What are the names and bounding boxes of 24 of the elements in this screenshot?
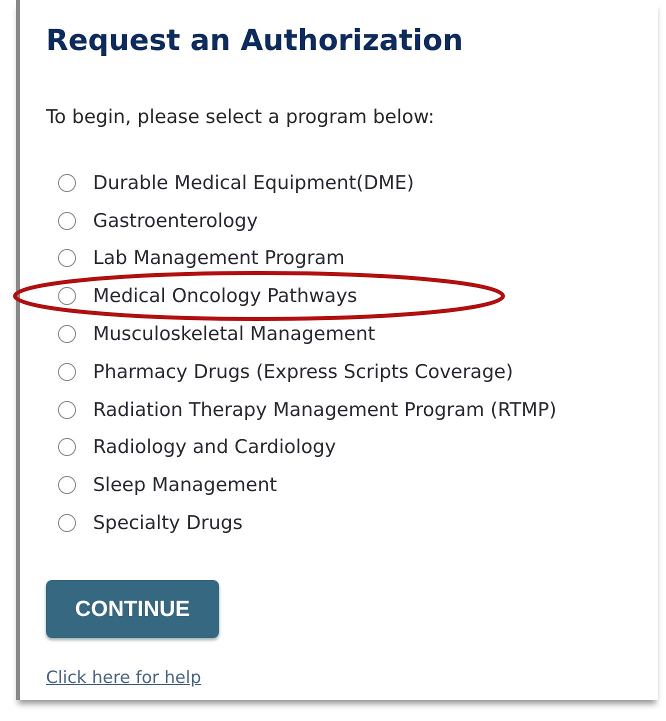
radio-button[interactable]: [58, 287, 76, 306]
radio-button[interactable]: [58, 514, 76, 532]
radio-button[interactable]: [58, 438, 76, 456]
radio-button[interactable]: [58, 362, 76, 381]
page-title: Request an Authorization: [46, 22, 464, 59]
option-label[interactable]: Lab Management Program: [93, 246, 345, 270]
option-label[interactable]: Musculoskeletal Management: [93, 322, 376, 346]
option-label[interactable]: Pharmacy Drugs (Express Scripts Coverage): [93, 360, 514, 384]
radio-button[interactable]: [58, 249, 76, 268]
radio-button[interactable]: [58, 400, 76, 419]
option-label[interactable]: Medical Oncology Pathways: [93, 284, 358, 308]
radio-button[interactable]: [58, 476, 76, 494]
option-label[interactable]: Radiation Therapy Management Program (RTMP): [93, 398, 556, 422]
continue-button[interactable]: CONTINUE: [46, 580, 219, 638]
help-link[interactable]: Click here for help: [46, 668, 202, 688]
radio-button[interactable]: [58, 212, 76, 230]
option-label[interactable]: Gastroenterology: [93, 208, 258, 233]
option-label[interactable]: Sleep Management: [93, 473, 277, 498]
instruction-text: To begin, please select a program below:: [46, 105, 436, 130]
option-label[interactable]: Radiology and Cardiology: [93, 435, 336, 460]
option-label[interactable]: Specialty Drugs: [93, 511, 243, 536]
radio-button[interactable]: [58, 325, 76, 344]
radio-button[interactable]: [58, 174, 76, 192]
option-label[interactable]: Durable Medical Equipment(DME): [93, 170, 414, 195]
